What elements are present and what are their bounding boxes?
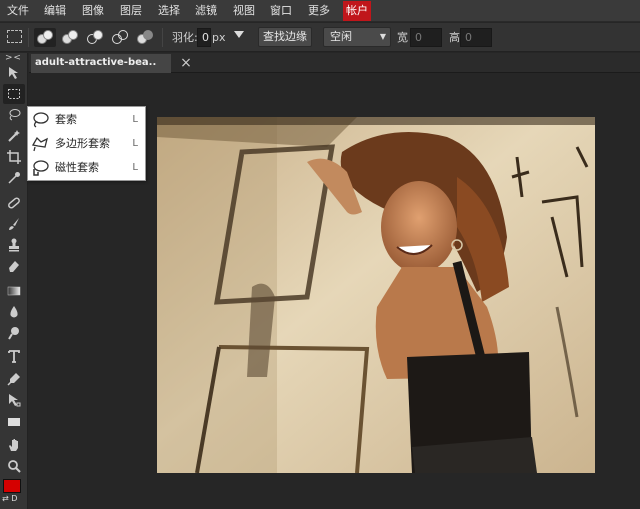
collapse-panel-icon[interactable]: > < [5,53,21,63]
pen-tool-icon[interactable] [3,369,25,389]
polygonal-lasso-icon [31,135,49,153]
magnetic-lasso-icon [31,159,49,177]
document-photo[interactable] [157,117,595,473]
divider [28,28,29,47]
magic-wand-tool-icon[interactable] [3,126,25,146]
exclude-selection-mode-icon[interactable] [134,28,156,47]
style-dropdown[interactable]: 空闲 ▼ [323,27,391,47]
menu-window[interactable]: 窗口 [268,0,294,22]
type-tool-icon[interactable] [3,346,25,366]
feather-unit-dropdown-icon[interactable] [234,31,244,38]
menu-bar: 文件 编辑 图像 图层 选择 滤镜 视图 窗口 更多 帐户 [0,0,640,22]
stamp-tool-icon[interactable] [3,235,25,255]
menu-account[interactable]: 帐户 [343,1,371,21]
menu-select[interactable]: 选择 [156,0,182,22]
feather-label: 羽化: [172,31,198,44]
menu-layer[interactable]: 图层 [118,0,144,22]
eyedropper-tool-icon[interactable] [3,168,25,188]
gradient-tool-icon[interactable] [3,281,25,301]
shortcut-key: L [132,138,138,149]
add-selection-mode-icon[interactable] [59,28,81,47]
marquee-options-icon [7,30,22,43]
close-icon[interactable]: × [178,55,194,71]
menu-filter[interactable]: 滤镜 [193,0,219,22]
dodge-tool-icon[interactable] [3,323,25,343]
tools-panel: > < ⇄ D [0,53,28,509]
document-tab-bar: adult-attractive-bea.. × [29,53,640,73]
brush-tool-icon[interactable] [3,214,25,234]
width-input[interactable]: 0 [410,28,442,47]
divider [162,28,163,47]
photo-image [157,117,595,473]
flyout-item-magnetic-lasso[interactable]: 磁性套索 L [28,156,147,180]
marquee-tool-icon[interactable] [3,84,25,104]
eraser-tool-icon[interactable] [3,256,25,276]
menu-more[interactable]: 更多 [306,0,332,22]
options-bar: 羽化: 0 px 查找边缘 空闲 ▼ 宽 0 高 0 [0,23,640,52]
height-input[interactable]: 0 [460,28,492,47]
shortcut-key: L [132,114,138,125]
feather-input[interactable]: 0 [197,28,211,47]
zoom-tool-icon[interactable] [3,456,25,476]
flyout-item-polygonal-lasso[interactable]: 多边形套索 L [28,132,147,156]
style-value: 空闲 [330,30,352,43]
path-select-tool-icon[interactable] [3,390,25,410]
intersect-selection-mode-icon[interactable] [109,28,131,47]
flyout-item-lasso[interactable]: 套索 L [28,108,147,132]
feather-unit: px [212,31,226,44]
height-label: 高 [449,31,460,44]
lasso-tool-flyout: 套索 L 多边形套索 L 磁性套索 L [27,106,146,181]
shape-tool-icon[interactable] [3,412,25,432]
lasso-icon [31,111,49,129]
width-label: 宽 [397,31,408,44]
menu-view[interactable]: 视图 [231,0,257,22]
move-tool-icon[interactable] [3,63,25,83]
hand-tool-icon[interactable] [3,435,25,455]
swap-default-colors-icon[interactable]: ⇄ D [2,494,17,503]
find-edges-button[interactable]: 查找边缘 [258,27,312,47]
menu-edit[interactable]: 编辑 [42,0,68,22]
new-selection-mode-icon[interactable] [34,28,56,47]
crop-tool-icon[interactable] [3,147,25,167]
menu-file[interactable]: 文件 [5,0,31,22]
blur-tool-icon[interactable] [3,302,25,322]
menu-image[interactable]: 图像 [80,0,106,22]
flyout-item-label: 套索 [55,113,77,126]
chevron-down-icon: ▼ [379,32,386,41]
foreground-color-swatch[interactable] [3,479,21,493]
shortcut-key: L [132,162,138,173]
flyout-item-label: 多边形套索 [55,137,110,150]
lasso-tool-icon[interactable] [3,105,25,125]
healing-tool-icon[interactable] [3,193,25,213]
subtract-selection-mode-icon[interactable] [84,28,106,47]
flyout-item-label: 磁性套索 [55,161,99,174]
document-tab[interactable]: adult-attractive-bea.. [31,54,171,73]
